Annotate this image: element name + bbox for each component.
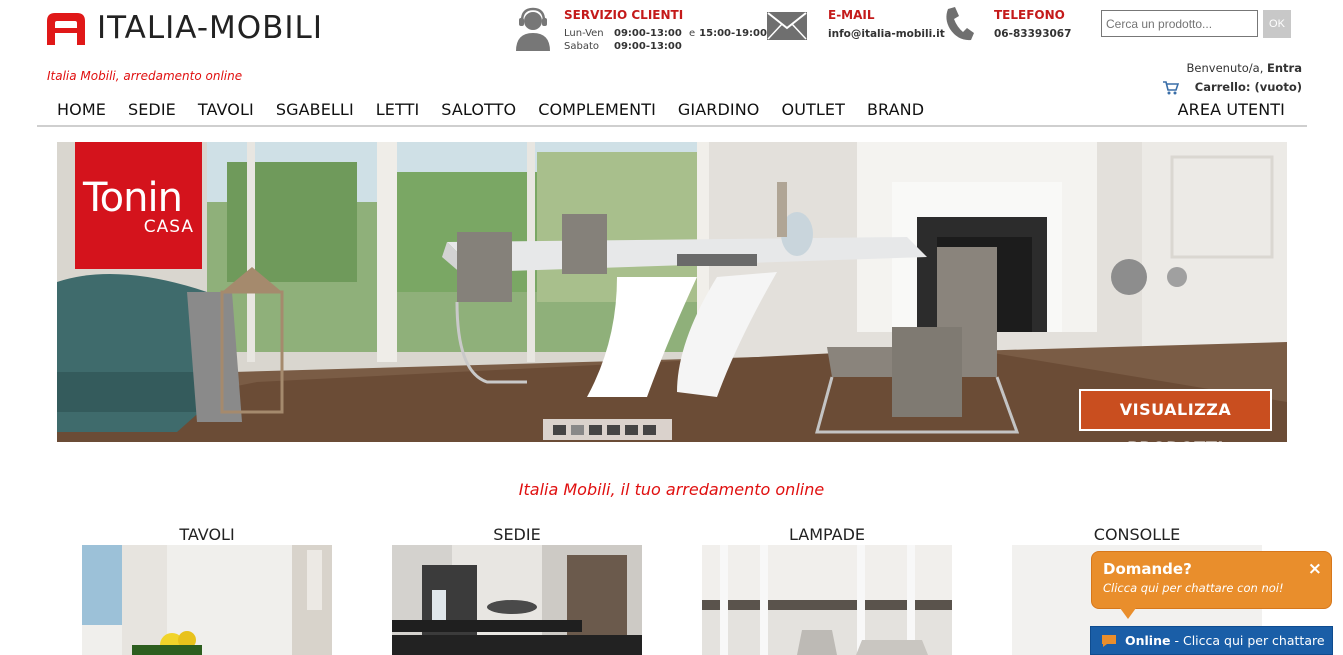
phone-title: TELEFONO [994,8,1065,22]
phone-number[interactable]: 06-83393067 [994,26,1071,42]
category-sedie[interactable]: SEDIE [392,525,642,655]
weekday-and: e [689,28,696,39]
weekday-label: Lun-Ven [564,28,604,39]
chat-bar-text: - Clicca qui per chattare [1174,633,1325,648]
phone-icon [946,7,974,41]
slider-dot-active[interactable] [571,424,584,435]
category-tavoli[interactable]: TAVOLI [82,525,332,655]
slider-dot[interactable] [589,424,602,435]
welcome-text: Benvenuto/a, [1186,61,1264,75]
logo-mark-icon [47,13,85,45]
brand-badge: Tonin CASA [75,142,202,269]
chat-question: Domande? [1103,560,1192,578]
weekday-hours-2: 15:00-19:00 [699,28,767,39]
chat-bubble-icon [1102,634,1116,647]
nav-sedie[interactable]: SEDIE [117,96,187,125]
chat-status: Online [1125,633,1171,648]
view-products-button[interactable]: VISUALIZZA PRODOTTI [1079,389,1272,442]
nav-giardino[interactable]: GIARDINO [667,96,771,125]
slider-dot[interactable] [643,424,656,435]
chat-bar[interactable]: Online - Clicca qui per chattare [1090,626,1333,655]
search-input[interactable] [1101,10,1258,37]
slider-dots [543,419,672,440]
category-image[interactable] [392,545,642,655]
nav-sgabelli[interactable]: SGABELLI [265,96,365,125]
slider-dot[interactable] [553,424,566,435]
site-tagline: Italia Mobili, arredamento online [47,69,243,83]
login-link[interactable]: Entra [1267,61,1302,75]
chat-invite[interactable]: Domande? Clicca qui per chattare con noi… [1091,551,1332,619]
site-logo[interactable]: ITALIA-MOBILI [45,10,323,46]
service-title: SERVIZIO CLIENTI [564,8,684,22]
phone-info: TELEFONO 06-83393067 [944,7,1071,42]
nav-area-utenti[interactable]: AREA UTENTI [1167,96,1307,125]
logo-text: ITALIA-MOBILI [97,10,323,46]
weekday-hours-1: 09:00-13:00 [614,28,682,39]
category-lampade[interactable]: LAMPADE [702,525,952,655]
envelope-icon [767,12,807,40]
nav-salotto[interactable]: SALOTTO [430,96,527,125]
email-address[interactable]: info@italia-mobili.it [828,26,945,42]
nav-home[interactable]: HOME [37,96,117,125]
category-title[interactable]: LAMPADE [702,525,952,545]
cart-label: Carrello: (vuoto) [1194,80,1302,94]
email-info: E-MAIL info@italia-mobili.it [767,7,945,42]
nav-letti[interactable]: LETTI [365,96,431,125]
saturday-hours: 09:00-13:00 [614,41,682,52]
category-title[interactable]: CONSOLLE [1012,525,1262,545]
chat-close-icon[interactable]: × [1308,559,1322,579]
customer-service-info: SERVIZIO CLIENTI Lun-Ven 09:00-13:00 e 15:… [514,7,767,53]
nav-complementi[interactable]: COMPLEMENTI [527,96,667,125]
email-title: E-MAIL [828,8,875,22]
search-button[interactable]: OK [1263,10,1291,38]
brand-badge-sub: CASA [143,217,194,237]
brand-badge-name: Tonin [83,175,183,221]
main-nav: HOME SEDIE TAVOLI SGABELLI LETTI SALOTTO… [37,96,1307,127]
nav-brand[interactable]: BRAND [856,96,935,125]
category-image[interactable] [702,545,952,655]
headset-agent-icon [516,7,550,51]
category-title[interactable]: SEDIE [392,525,642,545]
category-image[interactable] [82,545,332,655]
cart-link[interactable]: Carrello: (vuoto) [1162,78,1302,97]
search-form: OK [1101,10,1291,38]
cart-icon [1162,80,1179,94]
slider-dot[interactable] [625,424,638,435]
saturday-label: Sabato [564,41,599,52]
home-subtitle: Italia Mobili, il tuo arredamento online [518,480,825,499]
account-area: Benvenuto/a, Entra Carrello: (vuoto) [1162,59,1302,97]
category-title[interactable]: TAVOLI [82,525,332,545]
nav-tavoli[interactable]: TAVOLI [187,96,265,125]
chat-prompt: Clicca qui per chattare con noi! [1103,581,1284,595]
nav-outlet[interactable]: OUTLET [771,96,856,125]
slider-dot[interactable] [607,424,620,435]
hero-banner[interactable]: Tonin CASA VISUALIZZA PRODOTTI [57,142,1287,442]
